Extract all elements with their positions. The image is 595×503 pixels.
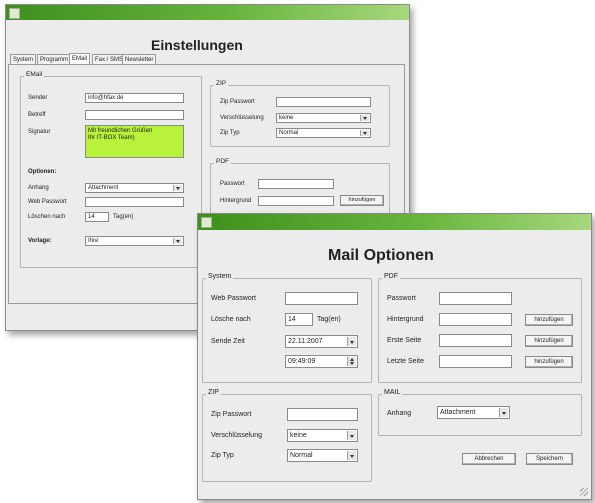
pdf-password-input[interactable]: [439, 292, 512, 305]
template-select[interactable]: Ihre: [85, 236, 184, 246]
add-last-page-button[interactable]: hinzufügen: [525, 356, 573, 368]
signature-label: Signatur: [28, 129, 51, 135]
chevron-down-icon: [173, 185, 182, 191]
signature-line-2: Ihr IT-BOX Team): [88, 135, 135, 141]
first-page-label: Erste Seite: [387, 337, 422, 344]
zip-password-input[interactable]: [276, 97, 371, 107]
delete-after-input[interactable]: 14: [85, 212, 109, 222]
zip-type-select[interactable]: Normal: [287, 449, 358, 462]
spinner-arrows-icon[interactable]: [347, 357, 356, 366]
last-page-label: Letzte Seite: [387, 358, 424, 365]
send-time-value: 09:49:09: [288, 358, 316, 365]
pdf-password-label: Passwort: [387, 295, 416, 302]
days-label: Tag(en): [113, 214, 134, 220]
resize-grip-icon[interactable]: [580, 488, 588, 496]
encryption-select-value: keine: [290, 432, 307, 439]
delete-after-label: Löschen nach: [28, 214, 66, 220]
attachment-select[interactable]: Attachment: [85, 183, 184, 193]
pdf-password-input[interactable]: [258, 179, 334, 189]
mail-options-titlebar[interactable]: [198, 214, 591, 230]
signature-textarea[interactable]: Mit freundlichen Grüßen Ihr IT-BOX Team): [85, 125, 184, 158]
signature-line-1: Mit freundlichen Grüßen: [88, 128, 153, 134]
options-label: Optionen:: [28, 169, 57, 175]
last-page-input[interactable]: [439, 355, 512, 368]
zip-password-label: Zip Passwort: [211, 411, 252, 418]
zip-password-label: Zip Passwort: [220, 99, 255, 105]
mail-options-window: Mail Optionen System Web Passwort Lösche…: [197, 213, 592, 500]
chevron-down-icon: [173, 238, 182, 244]
mail-attachment-select[interactable]: Attachment: [437, 406, 510, 419]
mail-attachment-select-value: Attachment: [440, 409, 476, 416]
zip-type-select[interactable]: Normal: [276, 128, 371, 138]
zip-type-label: Zip Typ: [211, 452, 234, 459]
save-button[interactable]: Speichern: [526, 453, 573, 465]
attachment-label: Anhang: [28, 185, 49, 191]
window-icon: [9, 8, 20, 19]
encryption-select[interactable]: keine: [287, 429, 358, 442]
sender-input[interactable]: info@hfax.de: [85, 93, 184, 103]
zip-type-select-value: Normal: [290, 452, 313, 459]
days-label: Tag(en): [317, 316, 341, 323]
web-password-label: Web Passwort: [211, 295, 256, 302]
pdf-add-background-button[interactable]: hinzufügen: [340, 195, 384, 206]
add-first-page-button[interactable]: hinzufügen: [525, 335, 573, 347]
email-group-legend: EMail: [24, 71, 45, 78]
chevron-down-icon: [347, 431, 356, 440]
pdf-password-label: Passwort: [220, 181, 245, 187]
pdf-background-label: Hintergrund: [387, 316, 424, 323]
send-time-spinner[interactable]: 09:49:09: [285, 355, 358, 368]
chevron-down-icon: [499, 408, 508, 417]
sender-label: Sender: [28, 95, 48, 101]
web-password-input[interactable]: [285, 292, 358, 305]
zip-type-label: Zip Typ: [220, 130, 240, 136]
zip-password-input[interactable]: [287, 408, 358, 421]
pdf-group-legend: PDF: [214, 158, 231, 165]
subject-input[interactable]: [85, 110, 184, 120]
pdf-background-input[interactable]: [439, 313, 512, 326]
delete-after-label: Lösche nach: [211, 316, 251, 323]
system-group-legend: System: [206, 273, 234, 280]
cancel-button[interactable]: Abbrechen: [462, 453, 516, 465]
send-time-label: Sende Zeit: [211, 338, 245, 345]
template-select-value: Ihre: [88, 238, 99, 244]
send-date-picker[interactable]: 22.11.2007: [285, 335, 358, 348]
mail-attachment-label: Anhang: [387, 410, 412, 417]
add-background-button[interactable]: hinzufügen: [525, 314, 573, 326]
chevron-down-icon: [347, 337, 356, 346]
settings-title: Einstellungen: [151, 37, 243, 53]
window-icon: [201, 217, 212, 228]
mail-options-title: Mail Optionen: [328, 247, 434, 264]
chevron-down-icon: [360, 115, 369, 121]
encryption-label: Verschlüsselung: [220, 115, 264, 121]
encryption-label: Verschlüsselung: [211, 432, 262, 439]
encryption-select[interactable]: keine: [276, 113, 371, 123]
encryption-select-value: keine: [279, 115, 294, 121]
subject-label: Betreff: [28, 112, 46, 118]
chevron-down-icon: [360, 130, 369, 136]
zip-group-legend: ZIP: [206, 389, 221, 396]
web-password-label: Web Passwort: [28, 199, 67, 205]
pdf-group-legend: PDF: [382, 273, 400, 280]
first-page-input[interactable]: [439, 334, 512, 347]
chevron-down-icon: [347, 451, 356, 460]
attachment-select-value: Attachment: [88, 185, 119, 191]
pdf-background-label: Hintergrund: [220, 198, 252, 204]
send-date-value: 22.11.2007: [288, 338, 323, 345]
settings-titlebar[interactable]: [6, 5, 409, 20]
delete-after-input[interactable]: 14: [285, 313, 313, 326]
zip-type-select-value: Normal: [279, 130, 299, 136]
zip-group-legend: ZIP: [214, 80, 229, 87]
template-label: Vorlage:: [28, 238, 52, 244]
web-password-input[interactable]: [85, 197, 184, 207]
mail-group-legend: MAIL: [382, 389, 403, 396]
pdf-background-input[interactable]: [258, 196, 334, 206]
